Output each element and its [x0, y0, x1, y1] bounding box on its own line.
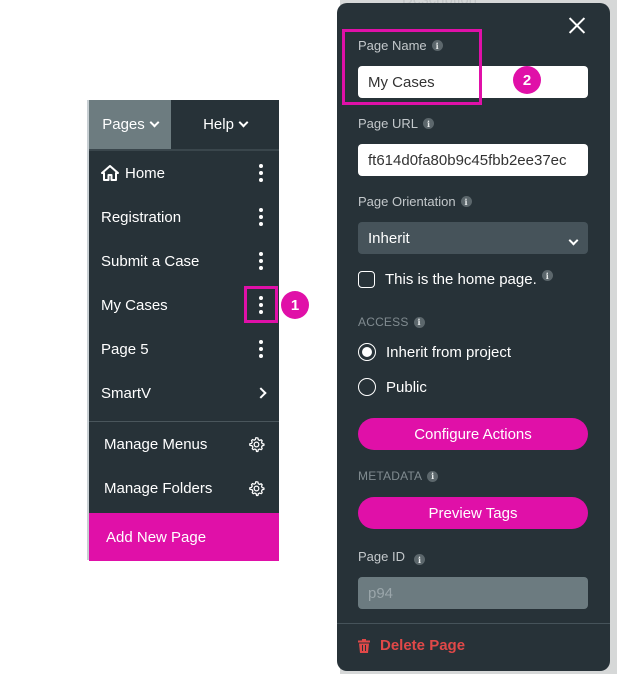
chevron-right-icon — [255, 387, 267, 399]
info-icon[interactable]: i — [460, 196, 472, 207]
access-option-label: Inherit from project — [386, 343, 512, 361]
access-option-inherit[interactable]: Inherit from project — [358, 343, 511, 361]
info-icon[interactable]: i — [541, 270, 553, 281]
radio-inherit[interactable] — [358, 343, 376, 361]
metadata-section-label: METADATA i — [358, 469, 439, 483]
tab-help[interactable]: Help — [171, 100, 279, 149]
trash-icon — [358, 638, 370, 653]
panel-divider — [337, 623, 610, 624]
access-section-label: ACCESS i — [358, 315, 425, 329]
highlight-box-step-1 — [244, 286, 278, 323]
page-item-registration[interactable]: Registration — [89, 195, 279, 239]
access-label-text: ACCESS — [358, 315, 409, 329]
radio-public[interactable] — [358, 378, 376, 396]
preview-tags-button[interactable]: Preview Tags — [358, 497, 588, 529]
pages-menu: Pages Help Home Registration Submit a Ca… — [89, 100, 279, 561]
tab-pages[interactable]: Pages — [89, 100, 171, 149]
tab-help-label: Help — [203, 116, 234, 133]
info-icon[interactable]: i — [413, 316, 425, 328]
page-id-input: p94 — [358, 577, 588, 609]
add-new-page-button[interactable]: Add New Page — [89, 513, 279, 561]
manage-menus-item[interactable]: Manage Menus — [89, 422, 279, 466]
page-item-page-5[interactable]: Page 5 — [89, 327, 279, 371]
home-page-checkbox-label: This is the home page. — [385, 271, 537, 288]
manage-folders-label: Manage Folders — [104, 479, 213, 497]
page-orientation-select[interactable]: Inherit — [358, 222, 588, 254]
info-icon[interactable]: i — [413, 554, 425, 565]
page-id-label-text: Page ID — [358, 549, 405, 564]
chevron-down-icon — [238, 117, 249, 128]
page-url-label: Page URL i — [358, 116, 434, 131]
page-id-label: Page ID i — [358, 548, 425, 565]
page-orientation-label: Page Orientation i — [358, 194, 472, 209]
page-item-smartv[interactable]: SmartV — [89, 371, 279, 415]
kebab-menu-icon[interactable] — [251, 250, 271, 272]
info-icon[interactable]: i — [422, 118, 434, 129]
page-item-label: Page 5 — [101, 340, 149, 358]
chevron-down-icon — [149, 117, 160, 128]
manage-folders-item[interactable]: Manage Folders — [89, 466, 279, 510]
page-orientation-value: Inherit — [368, 229, 410, 247]
kebab-menu-icon[interactable] — [251, 338, 271, 360]
manage-menus-label: Manage Menus — [104, 435, 208, 453]
access-option-public[interactable]: Public — [358, 378, 427, 396]
kebab-menu-icon[interactable] — [251, 206, 271, 228]
gear-icon — [249, 436, 265, 452]
configure-actions-button[interactable]: Configure Actions — [358, 418, 588, 450]
home-icon — [101, 165, 119, 181]
page-item-home[interactable]: Home — [89, 151, 279, 195]
page-item-label: SmartV — [101, 384, 152, 402]
gear-icon — [249, 480, 265, 496]
delete-page-button[interactable]: Delete Page — [358, 637, 465, 654]
metadata-label-text: METADATA — [358, 469, 423, 483]
add-new-page-label: Add New Page — [106, 528, 207, 546]
page-item-submit-a-case[interactable]: Submit a Case — [89, 239, 279, 283]
home-page-checkbox-row[interactable]: This is the home page. i — [358, 270, 553, 288]
page-orientation-label-text: Page Orientation — [358, 194, 456, 209]
step-badge-1: 1 — [281, 291, 309, 319]
step-badge-2: 2 — [513, 66, 541, 94]
tab-pages-label: Pages — [102, 116, 145, 133]
page-item-label: Registration — [101, 208, 182, 226]
page-item-label: My Cases — [101, 296, 168, 314]
page-url-label-text: Page URL — [358, 116, 418, 131]
menu-tabs: Pages Help — [89, 100, 279, 149]
close-icon[interactable] — [568, 16, 586, 34]
delete-page-label: Delete Page — [380, 637, 466, 654]
access-option-label: Public — [386, 378, 427, 396]
home-page-checkbox[interactable] — [358, 271, 375, 288]
info-icon[interactable]: i — [427, 470, 439, 482]
highlight-box-step-2 — [342, 29, 482, 105]
kebab-menu-icon[interactable] — [251, 162, 271, 184]
page-url-input[interactable]: ft614d0fa80b9c45fbb2ee37ec — [358, 144, 588, 176]
page-item-label: Home — [125, 164, 166, 182]
chevron-down-icon — [568, 235, 579, 246]
page-item-label: Submit a Case — [101, 252, 200, 270]
